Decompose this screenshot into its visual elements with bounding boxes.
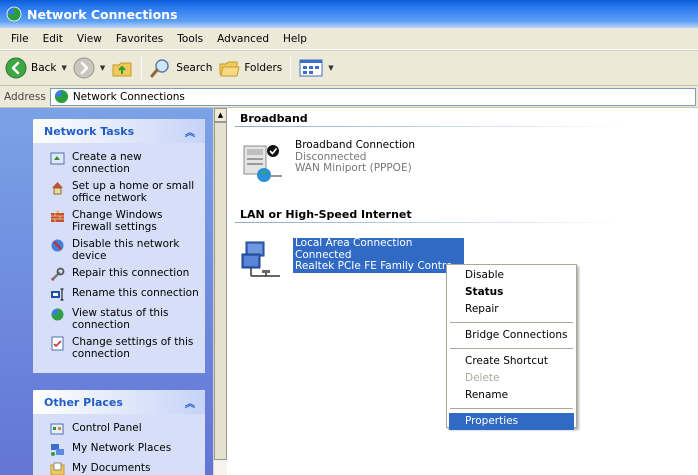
other-places-list: Control Panel My Network Places My Docum… xyxy=(33,414,205,475)
ctx-delete: Delete xyxy=(465,372,500,384)
other-places-header[interactable]: Other Places ︽ xyxy=(33,390,205,414)
ctx-disable[interactable]: Disable xyxy=(449,267,574,284)
search-button[interactable]: Search xyxy=(147,53,215,83)
address-input[interactable]: Network Connections xyxy=(49,87,696,106)
new-connection-icon xyxy=(50,152,65,165)
group-title-lan: LAN or High-Speed Internet xyxy=(240,208,412,221)
local-area-connection-item[interactable]: Local Area Connection Connected Realtek … xyxy=(240,237,465,282)
ctx-status[interactable]: Status xyxy=(449,284,574,301)
ctx-repair[interactable]: Repair xyxy=(449,301,574,318)
ctx-bridge-connections[interactable]: Bridge Connections xyxy=(449,327,574,344)
firewall-icon xyxy=(51,210,64,222)
back-label: Back xyxy=(31,62,57,74)
status-icon xyxy=(51,308,64,321)
rename-icon xyxy=(51,288,64,301)
up-folder-button[interactable] xyxy=(108,53,136,83)
up-folder-icon xyxy=(112,62,132,77)
menu-separator xyxy=(450,322,573,323)
collapse-chevron-icon[interactable]: ︽ xyxy=(185,124,195,139)
menu-tools[interactable]: Tools xyxy=(170,33,210,45)
views-button[interactable]: ▼ xyxy=(296,53,336,83)
task-rename-connection[interactable]: Rename this connection xyxy=(50,287,199,302)
connection-device: WAN Miniport (PPPOE) xyxy=(295,162,412,174)
menu-file[interactable]: File xyxy=(4,33,36,45)
menu-edit[interactable]: Edit xyxy=(36,33,70,45)
task-change-settings[interactable]: Change settings of this connection xyxy=(50,336,199,360)
context-menu: Disable Status Repair Bridge Connections… xyxy=(446,264,577,430)
views-dropdown-icon[interactable]: ▼ xyxy=(328,64,333,72)
forward-arrow-icon xyxy=(73,57,95,79)
address-value: Network Connections xyxy=(72,90,185,103)
search-icon xyxy=(150,59,170,78)
menu-view[interactable]: View xyxy=(70,33,109,45)
address-bar: Address Network Connections xyxy=(0,86,698,108)
network-connections-icon xyxy=(6,6,22,22)
task-home-network[interactable]: Set up a home or small office network xyxy=(50,180,199,204)
task-pane-scrollbar[interactable]: ▲ xyxy=(213,108,227,475)
other-places-panel: Other Places ︽ Control Panel My Network … xyxy=(33,390,205,475)
network-connections-icon xyxy=(54,89,68,104)
network-places-icon xyxy=(51,444,64,456)
scrollbar-thumb[interactable] xyxy=(214,122,227,460)
folders-button[interactable]: Folders xyxy=(215,53,285,83)
task-view-status[interactable]: View status of this connection xyxy=(50,307,199,331)
back-dropdown-icon[interactable]: ▼ xyxy=(62,64,67,72)
connection-device: Realtek PCIe FE Family Contro... xyxy=(295,260,463,272)
panel-title: Other Places xyxy=(44,395,123,409)
title-bar[interactable]: Network Connections xyxy=(0,0,698,28)
group-divider xyxy=(235,126,625,127)
control-panel-icon xyxy=(50,423,64,435)
network-tasks-panel: Network Tasks ︽ Create a new connection … xyxy=(33,119,205,373)
menu-favorites[interactable]: Favorites xyxy=(109,33,170,45)
folders-label: Folders xyxy=(244,62,283,74)
connection-name: Local Area Connection xyxy=(295,237,413,249)
forward-button[interactable]: ▼ xyxy=(70,53,108,83)
local-area-connection-details: Local Area Connection Connected Realtek … xyxy=(293,237,465,273)
menu-bar: File Edit View Favorites Tools Advanced … xyxy=(0,28,698,50)
repair-wrench-icon xyxy=(50,267,65,282)
place-my-network-places[interactable]: My Network Places xyxy=(50,442,199,457)
ctx-properties[interactable]: Properties xyxy=(449,413,574,430)
search-label: Search xyxy=(176,62,213,74)
menu-advanced[interactable]: Advanced xyxy=(210,33,276,45)
connection-name: Broadband Connection xyxy=(295,139,415,151)
place-control-panel[interactable]: Control Panel xyxy=(50,422,199,437)
task-create-connection[interactable]: Create a new connection xyxy=(50,151,199,175)
task-pane: Network Tasks ︽ Create a new connection … xyxy=(0,108,213,475)
menu-help[interactable]: Help xyxy=(276,33,314,45)
home-network-icon xyxy=(52,182,63,195)
menu-separator xyxy=(450,348,573,349)
network-tasks-header[interactable]: Network Tasks ︽ xyxy=(33,119,205,143)
broadband-connection-details: Broadband Connection Disconnected WAN Mi… xyxy=(293,139,417,175)
broadband-connection-item[interactable]: Broadband Connection Disconnected WAN Mi… xyxy=(240,139,417,184)
disable-device-icon xyxy=(51,239,64,252)
group-divider xyxy=(235,222,625,223)
broadband-connection-icon xyxy=(243,145,282,182)
back-button[interactable]: Back ▼ xyxy=(2,53,70,83)
back-arrow-icon xyxy=(5,57,27,79)
group-title-broadband: Broadband xyxy=(240,112,308,125)
ctx-create-shortcut[interactable]: Create Shortcut xyxy=(449,353,574,370)
settings-checklist-icon xyxy=(51,336,64,351)
window-title: Network Connections xyxy=(27,6,178,22)
menu-separator xyxy=(450,408,573,409)
local-area-connection-icon xyxy=(241,241,280,277)
folders-icon xyxy=(219,61,240,77)
panel-title: Network Tasks xyxy=(44,124,135,138)
toolbar-separator xyxy=(141,56,143,80)
toolbar: Back ▼ ▼ Search Folders ▼ xyxy=(0,50,698,86)
ctx-rename[interactable]: Rename xyxy=(449,387,574,404)
task-firewall-settings[interactable]: Change Windows Firewall settings xyxy=(50,209,199,233)
scroll-up-arrow-icon[interactable]: ▲ xyxy=(214,108,227,122)
network-tasks-list: Create a new connection Set up a home or… xyxy=(33,143,205,373)
task-disable-device[interactable]: Disable this network device xyxy=(50,238,199,262)
my-documents-icon xyxy=(50,462,65,475)
collapse-chevron-icon[interactable]: ︽ xyxy=(185,395,195,410)
views-icon xyxy=(299,59,323,77)
task-repair-connection[interactable]: Repair this connection xyxy=(50,267,199,282)
forward-dropdown-icon[interactable]: ▼ xyxy=(100,64,105,72)
place-my-documents[interactable]: My Documents xyxy=(50,462,199,475)
toolbar-separator xyxy=(290,56,292,80)
address-label: Address xyxy=(4,90,46,103)
